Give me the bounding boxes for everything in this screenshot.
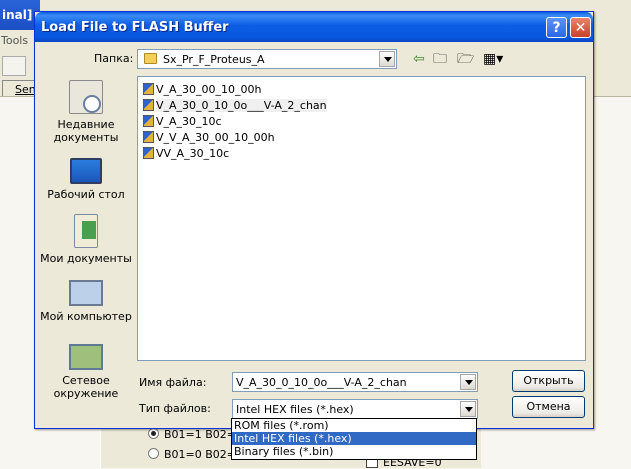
file-name-input[interactable]: V_A_30_0_10_0o___V-A_2_chan bbox=[232, 372, 478, 392]
file-name-label: Имя файла: bbox=[139, 376, 207, 389]
place-desktop-label: Рабочий стол bbox=[47, 188, 125, 201]
file-type-dropdown-list[interactable]: ROM files (*.rom) Intel HEX files (*.hex… bbox=[231, 418, 477, 460]
place-network-label: Сетевое окружение bbox=[53, 374, 119, 400]
file-name: VV_A_30_10c bbox=[156, 147, 230, 160]
back-arrow-icon[interactable]: ⇦ bbox=[413, 50, 425, 68]
file-name: V_V_A_30_00_10_00h bbox=[156, 131, 275, 144]
background-radio-1[interactable]: B01=1 B02=1 bbox=[148, 428, 243, 441]
file-item[interactable]: V_A_30_0_10_0o___V-A_2_chan bbox=[143, 98, 327, 113]
place-recent-label: Недавние документы bbox=[53, 118, 119, 144]
folder-icon bbox=[144, 53, 157, 64]
file-type-value: Intel HEX files (*.hex) bbox=[236, 403, 354, 416]
place-my-computer[interactable]: Мой компьютер bbox=[38, 274, 134, 323]
dialog-title: Load File to FLASH Buffer bbox=[41, 20, 229, 35]
file-list[interactable]: V_A_30_00_10_00h V_A_30_0_10_0o___V-A_2_… bbox=[137, 76, 586, 361]
up-folder-icon[interactable]: 🗀 bbox=[433, 50, 447, 68]
dialog-titlebar[interactable]: Load File to FLASH Buffer ? ✕ bbox=[35, 12, 593, 42]
place-recent[interactable]: Недавние документы bbox=[38, 80, 134, 144]
file-icon bbox=[143, 131, 154, 143]
new-folder-icon[interactable]: 🗁 bbox=[457, 50, 474, 68]
desktop-icon bbox=[70, 158, 102, 184]
background-toolbar-button[interactable] bbox=[2, 56, 26, 76]
file-icon bbox=[143, 147, 154, 159]
network-icon bbox=[69, 344, 103, 370]
background-tab-label: Sen bbox=[15, 83, 36, 96]
file-name: V_A_30_00_10_00h bbox=[156, 83, 262, 96]
file-name: V_A_30_10c bbox=[156, 115, 222, 128]
file-item[interactable]: V_A_30_10c bbox=[143, 114, 222, 129]
chevron-down-icon[interactable] bbox=[379, 51, 395, 67]
radio-icon bbox=[148, 448, 159, 459]
background-menu-tools[interactable]: Tools bbox=[0, 34, 28, 47]
file-item[interactable]: V_A_30_00_10_00h bbox=[143, 82, 262, 97]
file-name: V_A_30_0_10_0o___V-A_2_chan bbox=[156, 99, 327, 112]
dropdown-option-bin[interactable]: Binary files (*.bin) bbox=[232, 445, 476, 458]
radio-icon bbox=[148, 428, 159, 439]
file-icon bbox=[143, 83, 154, 95]
my-computer-icon bbox=[69, 280, 103, 306]
file-item[interactable]: V_V_A_30_00_10_00h bbox=[143, 130, 275, 145]
cancel-button[interactable]: Отмена bbox=[512, 396, 585, 418]
help-button[interactable]: ? bbox=[546, 17, 567, 38]
place-my-documents[interactable]: Мои документы bbox=[38, 214, 134, 265]
chevron-down-icon[interactable] bbox=[460, 374, 476, 390]
my-documents-icon bbox=[74, 214, 98, 248]
dropdown-option-rom[interactable]: ROM files (*.rom) bbox=[232, 419, 476, 432]
place-my-computer-label: Мой компьютер bbox=[40, 310, 132, 323]
recent-documents-icon bbox=[69, 80, 103, 114]
dropdown-option-hex[interactable]: Intel HEX files (*.hex) bbox=[232, 432, 476, 445]
background-radio-2[interactable]: B01=0 B02=1 bbox=[148, 448, 243, 461]
file-name-value: V_A_30_0_10_0o___V-A_2_chan bbox=[236, 376, 407, 389]
place-my-documents-label: Мои документы bbox=[40, 252, 132, 265]
look-in-combo[interactable]: Sx_Pr_F_Proteus_A bbox=[137, 49, 397, 69]
file-type-label: Тип файлов: bbox=[139, 402, 211, 415]
load-file-dialog: Load File to FLASH Buffer ? ✕ Папка: Sx_… bbox=[34, 11, 594, 429]
file-icon bbox=[143, 99, 154, 111]
file-item[interactable]: VV_A_30_10c bbox=[143, 146, 229, 161]
view-menu-icon[interactable]: ▦▾ bbox=[483, 50, 503, 68]
chevron-down-icon[interactable] bbox=[460, 401, 476, 417]
place-desktop[interactable]: Рабочий стол bbox=[38, 152, 134, 201]
open-button[interactable]: Открыть bbox=[512, 370, 585, 392]
look-in-label: Папка: bbox=[94, 52, 134, 65]
places-bar: Недавние документы Рабочий стол Мои доку… bbox=[38, 76, 134, 412]
file-type-select[interactable]: Intel HEX files (*.hex) bbox=[232, 399, 478, 419]
file-icon bbox=[143, 115, 154, 127]
close-button[interactable]: ✕ bbox=[570, 17, 591, 38]
look-in-value: Sx_Pr_F_Proteus_A bbox=[163, 53, 265, 66]
place-network[interactable]: Сетевое окружение bbox=[38, 338, 134, 400]
